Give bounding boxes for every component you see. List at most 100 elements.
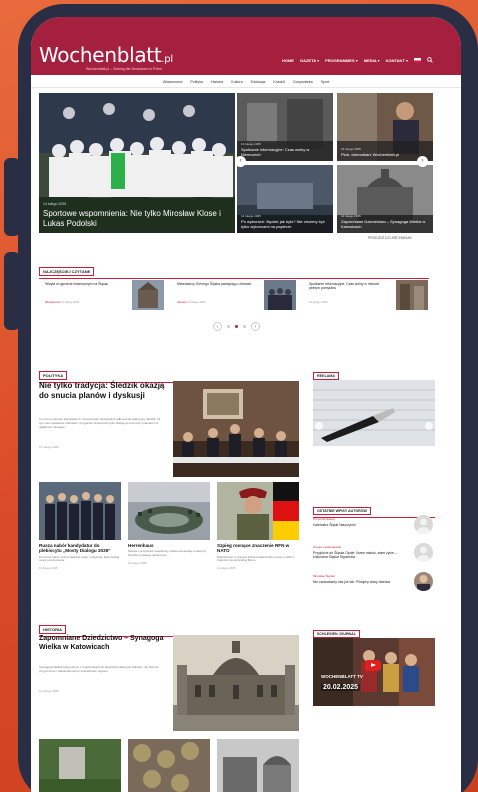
article-card-image: [39, 482, 121, 540]
subnav-item[interactable]: Kościół: [273, 80, 285, 84]
subnav-item[interactable]: Gospodarka: [293, 80, 313, 84]
hero-small-title: Po wyborach: Będzie jak było? Nie chcemy…: [241, 219, 325, 229]
polityka-main-article[interactable]: Nie tylko tradycja: Śledzik okazją do sn…: [39, 381, 299, 477]
hero-small-title: Spotkanie informacyjne: Czas wolny w Nie…: [241, 147, 310, 157]
author-post-title: Kalendarz Śląski Nauczyciel: [313, 523, 356, 527]
article-card-title: Herrenhaus: [128, 543, 154, 548]
hero-small-article[interactable]: 12 lutego 2025 Po wyborach: Będzie jak by…: [237, 165, 333, 233]
subnav-item[interactable]: Wiadomości: [163, 80, 183, 84]
search-icon[interactable]: [427, 57, 433, 63]
hero-main-title: Sportowe wspomnienia: Nie tylko Mirosław…: [43, 209, 221, 228]
pagination-dot-active[interactable]: [235, 325, 238, 328]
chevron-right-icon[interactable]: ›: [417, 156, 428, 167]
chevron-right-icon[interactable]: ›: [251, 322, 260, 331]
pagination-dot[interactable]: [227, 325, 230, 328]
article-image: [173, 381, 299, 477]
author-post-title: Przyjdźcie do Śląska Opole: Nowe miasto,…: [313, 551, 397, 560]
article-card-image: [128, 482, 210, 540]
most-read-thumbnail: [396, 280, 428, 310]
article-date: 12 lutego 2025: [39, 689, 59, 693]
article-card-excerpt: Rola Niemiec w Sojuszu Północnoatlantyck…: [217, 554, 295, 563]
author-post[interactable]: Krzysztof Świerc Kalendarz Śląski Nauczy…: [313, 515, 435, 541]
most-read-section: NAJCZĘŚCIEJ CZYTANE Wizyta w ogrodzie bo…: [39, 260, 429, 331]
subnav-item[interactable]: Polityka: [190, 80, 203, 84]
language-flag-icon[interactable]: [414, 57, 421, 63]
hero-small-title: Zapomniane Dziedzictwo – Synagoga Wielka…: [341, 219, 426, 229]
site-tagline: Wochenblatt.pl – Zeitung der Deutschen i…: [86, 67, 163, 71]
polityka-heading: POLITYKA: [39, 371, 68, 380]
video-channel-logo: WOCHENBLATT TV: [321, 674, 363, 679]
article-card[interactable]: Herrenhaus Debata o przyszłości współpra…: [128, 482, 210, 602]
most-read-meta: 10 lutego 2025: [309, 300, 328, 304]
nav-home[interactable]: HOME: [282, 58, 294, 63]
article-image: [173, 635, 299, 731]
ad-heading: REKLAMA: [313, 372, 339, 380]
most-read-heading: NAJCZĘŚCIEJ CZYTANE: [39, 267, 95, 276]
author-post[interactable]: Mirosław Ślęzak Nie zauważamy nas już ta…: [313, 572, 435, 598]
hero-main-article[interactable]: 14 lutego 2025 Sportowe wspomnienia: Nie …: [39, 93, 235, 233]
article-title: Zapomniane Dziedzictwo – Synagoga Wielka…: [39, 635, 164, 651]
article-excerpt: Co roku w okresie karnawału w zrzeszenia…: [39, 417, 161, 429]
subnav-item[interactable]: Sport: [321, 80, 330, 84]
logo-suffix: .pl: [161, 54, 173, 65]
article-title: Nie tylko tradycja: Śledzik okazją do sn…: [39, 381, 165, 400]
most-read-title: Spotkanie informacyjne: Czas wolny w mie…: [309, 282, 380, 291]
article-card-title: Rusza nabór kandydatur do plebiscytu „Mo…: [39, 543, 111, 554]
most-read-meta: Wiadomości 11 lutego 2025: [45, 300, 80, 304]
pagination-dot[interactable]: [243, 325, 246, 328]
author-post[interactable]: Gregor Lewandowski Przyjdźcie do Śląska …: [313, 543, 435, 569]
site-logo[interactable]: Wochenblatt.pl: [39, 43, 173, 67]
most-read-title: Mieszkańcy Górnego Śląska pamiętają o of…: [177, 282, 252, 286]
author-post-title: Nie zauważamy nas już tak: Pilnujmy wiar…: [313, 580, 391, 584]
archive-link[interactable]: PRZEJDŹ DO ARCHIWUM: [368, 236, 412, 240]
avatar: [414, 515, 433, 534]
most-read-carousel: Wizyta w ogrodzie botanicznym na Śląsku …: [39, 280, 429, 310]
most-read-item[interactable]: Mieszkańcy Górnego Śląska pamiętają o of…: [171, 280, 296, 310]
nav-kontakt[interactable]: KONTAKT ▾: [386, 58, 408, 63]
avatar: [414, 543, 433, 562]
subnav-item[interactable]: Edukacja: [251, 80, 266, 84]
article-card-date: 12 lutego 2025: [128, 560, 147, 565]
most-read-thumbnail: [132, 280, 164, 310]
article-card-date: 11 lutego 2025: [217, 566, 236, 570]
site-header: Wochenblatt.pl Wochenblatt.pl – Zeitung …: [31, 17, 461, 75]
article-card[interactable]: Szpieg rosnące znaczenie RFN w NATO Rola…: [217, 482, 299, 602]
nav-media[interactable]: MEDIA ▾: [364, 58, 380, 63]
category-nav: Wiadomości Polityka Historia Kultura Edu…: [31, 75, 461, 88]
polityka-article-grid: Rusza nabór kandydatur do plebiscytu „Mo…: [39, 482, 299, 602]
hero-main-date: 14 lutego 2025: [43, 202, 67, 206]
hero-small-article[interactable]: 13 lutego 2025 Spotkanie informacyjne: Cz…: [237, 93, 333, 161]
phone-screen: Wochenblatt.pl Wochenblatt.pl – Zeitung …: [31, 17, 461, 792]
article-card[interactable]: Rusza nabór kandydatur do plebiscytu „Mo…: [39, 482, 121, 602]
play-icon[interactable]: [365, 660, 381, 671]
historia-main-article[interactable]: Zapomniane Dziedzictwo – Synagoga Wielka…: [39, 635, 299, 731]
most-read-item[interactable]: Spotkanie informacyjne: Czas wolny w mie…: [303, 280, 428, 310]
article-card-image[interactable]: [217, 739, 299, 792]
video-thumbnail[interactable]: WOCHENBLATT TV 20.02.2025: [313, 638, 435, 706]
chevron-left-icon[interactable]: ‹: [213, 322, 222, 331]
top-nav: HOME GAZETA ▾ PROGRAMMES ▾ MEDIA ▾ KONTA…: [282, 57, 433, 63]
ad-widget: REKLAMA: [313, 364, 435, 446]
schlesien-journal-heading: SCHLESIEN JOURNAL: [313, 630, 360, 638]
author-name: Mirosław Ślęzak: [313, 574, 335, 578]
nav-programmes[interactable]: PROGRAMMES ▾: [325, 58, 358, 63]
nav-gazeta[interactable]: GAZETA ▾: [300, 58, 319, 63]
article-card-image: [217, 482, 299, 540]
hero-small-article[interactable]: 12 lutego 2025 Zapomniane Dziedzictwo – S…: [337, 165, 433, 233]
chevron-left-icon[interactable]: ‹: [235, 156, 246, 167]
article-excerpt: Synagoga Wielka była jednym z najważniej…: [39, 665, 159, 673]
article-card-title: Szpieg rosnące znaczenie RFN w NATO: [217, 543, 290, 554]
ad-banner[interactable]: [313, 380, 435, 446]
authors-heading: OSTATNIE WPISY AUTORÓW: [313, 507, 371, 515]
subnav-item[interactable]: Historia: [211, 80, 223, 84]
authors-widget: OSTATNIE WPISY AUTORÓW Krzysztof Świerc …: [313, 499, 435, 591]
subnav-item[interactable]: Kultura: [231, 80, 242, 84]
hero-small-article[interactable]: 13 lutego 2025 Piotr, dziennikarz Wochenb…: [337, 93, 433, 161]
logo-text: Wochenblatt: [39, 43, 162, 67]
most-read-item[interactable]: Wizyta w ogrodzie botanicznym na Śląsku …: [39, 280, 164, 310]
article-card-image[interactable]: [39, 739, 121, 792]
most-read-thumbnail: [264, 280, 296, 310]
historia-section: HISTORIA Zapomniane Dziedzictwo – Synago…: [39, 618, 299, 731]
article-card-image[interactable]: [128, 739, 210, 792]
avatar: [414, 572, 433, 591]
